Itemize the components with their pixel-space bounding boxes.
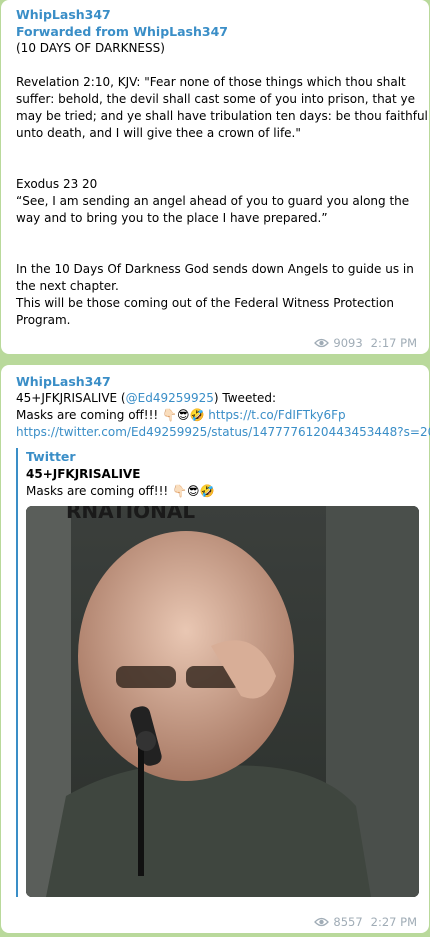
tweet-emojis: 👇🏻😎🤣 [162,408,205,422]
message-line: the next chapter. [16,279,119,293]
message-line: suffer: behold, the devil shall cast som… [16,92,416,106]
link-preview[interactable]: Twitter 45+JFKJRISALIVE Masks are coming… [16,448,419,897]
video-preview[interactable]: RNATIONAL [26,506,419,897]
tweet-suffix: ) Tweeted: [213,391,277,405]
message-line: “See, I am sending an angel ahead of you… [16,194,410,208]
message-line: (10 DAYS OF DARKNESS) [16,41,165,55]
message-bubble-2[interactable]: WhipLash347 45+JFKJRISALIVE (@Ed49259925… [1,365,430,933]
message-meta: 8557 2:27 PM [314,915,417,929]
preview-emojis: 👇🏻😎🤣 [172,484,215,498]
tweet-handle-link[interactable]: @Ed49259925 [126,391,214,405]
message-line: may be tried; and ye shall have tribulat… [16,109,428,123]
message-line: Program. [16,313,71,327]
message-line: Exodus 23 20 [16,177,98,191]
sender-name[interactable]: WhipLash347 [16,373,416,390]
message-line: way and to bring you to the place I have… [16,211,328,225]
long-link[interactable]: https://twitter.com/Ed49259925/status/14… [16,424,430,441]
tweet-text: Masks are coming off!!! 👇🏻😎🤣 https://t.c… [16,407,416,424]
preview-text: Masks are coming off!!! 👇🏻😎🤣 [26,483,416,500]
message-time: 2:27 PM [370,915,417,929]
message-bubble-1[interactable]: WhipLash347 Forwarded from WhipLash347 (… [1,0,429,354]
forwarded-from[interactable]: Forwarded from WhipLash347 [16,23,416,40]
preview-body: Masks are coming off!!! [26,484,173,498]
message-line: This will be those coming out of the Fed… [16,296,394,310]
sender-name[interactable]: WhipLash347 [16,6,416,23]
tweet-header: 45+JFKJRISALIVE (@Ed49259925) Tweeted: [16,390,416,407]
preview-site: Twitter [26,449,76,464]
message-line: unto death, and I will give thee a crown… [16,126,301,140]
tweet-author: 45+JFKJRISALIVE ( [16,391,126,405]
video-frame-image: RNATIONAL [26,506,419,897]
eye-icon [314,338,330,348]
message-time: 2:17 PM [370,336,417,350]
preview-title: 45+JFKJRISALIVE [26,467,141,481]
view-count: 8557 [333,915,363,929]
view-count: 9093 [333,336,363,350]
short-link[interactable]: https://t.co/FdIFTky6Fp [208,408,345,422]
backdrop-text: RNATIONAL [66,506,195,523]
message-meta: 9093 2:17 PM [314,336,417,350]
tweet-body: Masks are coming off!!! [16,408,163,422]
message-line: In the 10 Days Of Darkness God sends dow… [16,262,414,276]
message-line: Revelation 2:10, KJV: "Fear none of thos… [16,75,406,89]
eye-icon [314,917,330,927]
